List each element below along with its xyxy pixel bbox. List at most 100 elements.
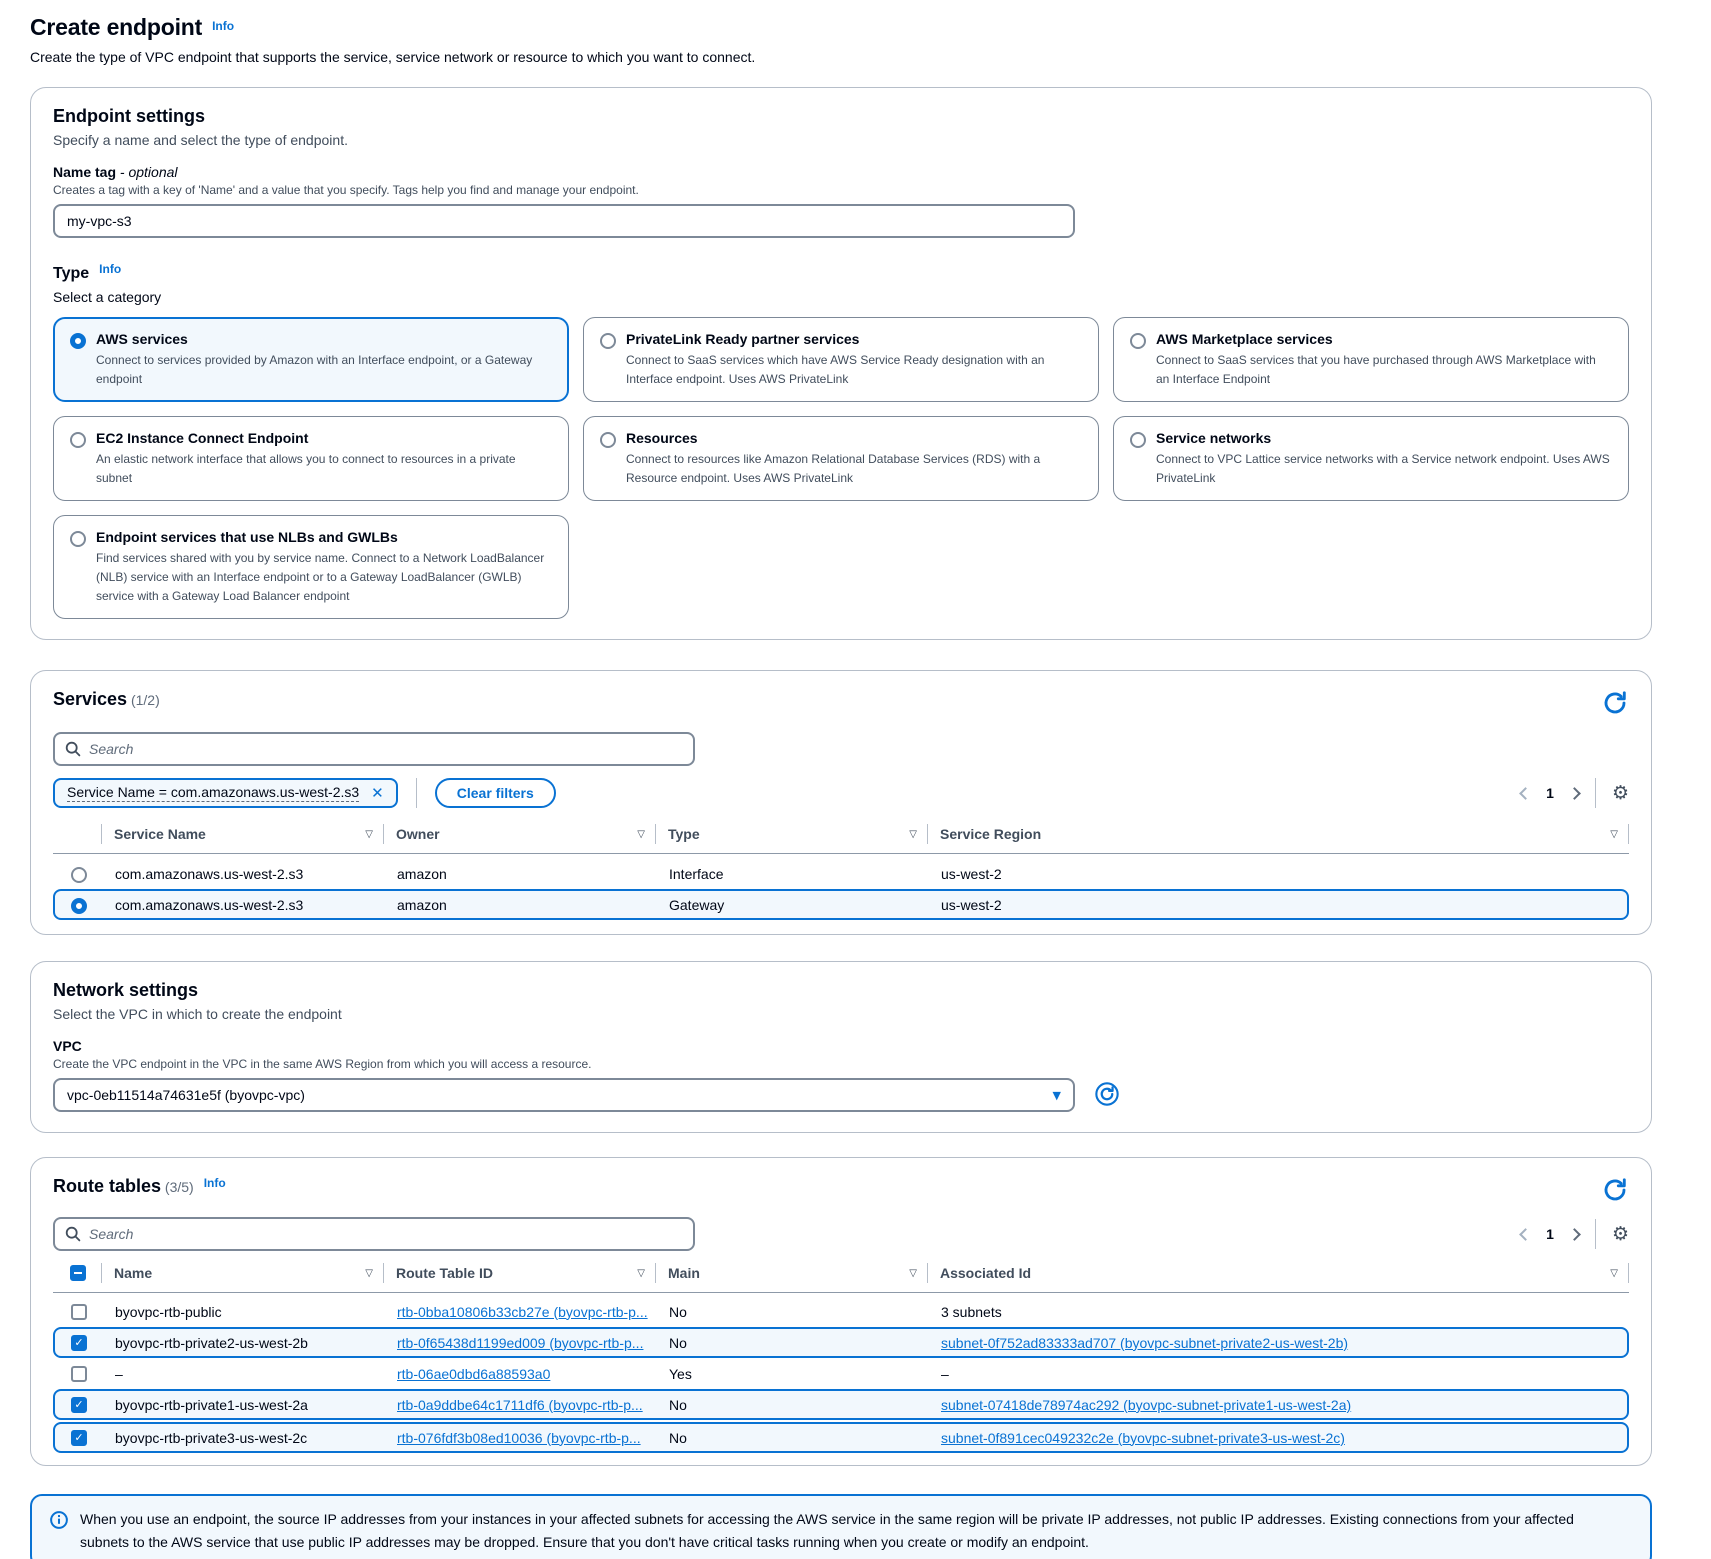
category-nlb-gwlb[interactable]: Endpoint services that use NLBs and GWLB… [53, 515, 569, 619]
create-endpoint-page: Create endpointInfo Create the type of V… [30, 14, 1652, 1559]
name-tag-label: Name tag - optional [53, 164, 1629, 180]
route-table-row[interactable]: ✓ byovpc-rtb-private2-us-west-2b rtb-0f6… [53, 1327, 1629, 1358]
sort-icon[interactable]: ▽ [365, 1268, 373, 1279]
radio-icon[interactable] [1130, 333, 1146, 349]
radio-icon[interactable] [70, 432, 86, 448]
previous-page-icon[interactable] [1519, 787, 1532, 800]
column-header-main[interactable]: Main▽ [655, 1263, 927, 1283]
next-page-icon[interactable] [1568, 1228, 1581, 1241]
type-description: Select a category [53, 289, 1629, 305]
select-all-checkbox-indeterminate-icon[interactable] [70, 1265, 86, 1281]
network-settings-heading: Network settings [53, 980, 198, 1000]
route-tables-refresh-button[interactable] [1601, 1176, 1629, 1207]
column-header-route-table-id[interactable]: Route Table ID▽ [383, 1263, 655, 1283]
category-description: An elastic network interface that allows… [96, 450, 552, 487]
filter-token-label[interactable]: Service Name = com.amazonaws.us-west-2.s… [67, 784, 359, 802]
category-service-networks[interactable]: Service networks Connect to VPC Lattice … [1113, 416, 1629, 501]
route-tables-search-input[interactable] [89, 1226, 683, 1242]
service-row-gateway[interactable]: com.amazonaws.us-west-2.s3 amazon Gatewa… [53, 889, 1629, 920]
sort-icon[interactable]: ▽ [1610, 1268, 1618, 1279]
row-checkbox-checked-icon[interactable]: ✓ [71, 1397, 87, 1413]
route-tables-card: Route tables (3/5)Info 1 ⚙ [30, 1157, 1652, 1466]
category-privatelink-partner[interactable]: PrivateLink Ready partner services Conne… [583, 317, 1099, 402]
associated-subnet-link[interactable]: subnet-0f752ad83333ad707 (byovpc-subnet-… [941, 1335, 1348, 1351]
row-checkbox-icon[interactable] [71, 1366, 87, 1382]
route-tables-pagination: 1 [1521, 1226, 1579, 1242]
associated-subnet-link[interactable]: subnet-07418de78974ac292 (byovpc-subnet-… [941, 1397, 1351, 1413]
radio-icon[interactable] [70, 531, 86, 547]
row-checkbox-checked-icon[interactable]: ✓ [71, 1335, 87, 1351]
cell-main: No [657, 1304, 929, 1320]
type-category-grid: AWS services Connect to services provide… [53, 317, 1629, 619]
sort-icon[interactable]: ▽ [1610, 829, 1618, 840]
name-tag-optional: - optional [120, 164, 178, 180]
category-aws-services[interactable]: AWS services Connect to services provide… [53, 317, 569, 402]
route-table-id-link[interactable]: rtb-06ae0dbd6a88593a0 [397, 1366, 550, 1382]
radio-icon[interactable] [1130, 432, 1146, 448]
route-tables-page-number[interactable]: 1 [1546, 1226, 1554, 1242]
route-table-row[interactable]: – rtb-06ae0dbd6a88593a0 Yes – [53, 1358, 1629, 1389]
column-header-service-name[interactable]: Service Name▽ [101, 824, 383, 844]
route-table-row[interactable]: byovpc-rtb-public rtb-0bba10806b33cb27e … [53, 1296, 1629, 1327]
route-tables-info-link[interactable]: Info [204, 1176, 226, 1190]
vpc-refresh-button[interactable] [1093, 1080, 1121, 1111]
route-table-row[interactable]: ✓ byovpc-rtb-private3-us-west-2c rtb-076… [53, 1422, 1629, 1453]
cell-type: Gateway [657, 897, 929, 913]
column-header-name[interactable]: Name▽ [101, 1263, 383, 1283]
category-title: AWS services [96, 331, 552, 347]
services-refresh-button[interactable] [1601, 689, 1629, 720]
sort-icon[interactable]: ▽ [909, 1268, 917, 1279]
route-table-id-link[interactable]: rtb-076fdf3b08ed10036 (byovpc-rtb-p... [397, 1430, 641, 1446]
associated-subnet-link[interactable]: subnet-0f891cec049232c2e (byovpc-subnet-… [941, 1430, 1345, 1446]
category-description: Connect to SaaS services which have AWS … [626, 351, 1082, 388]
row-radio-icon[interactable] [71, 867, 87, 883]
network-settings-card: Network settings Select the VPC in which… [30, 961, 1652, 1133]
radio-icon[interactable] [600, 333, 616, 349]
column-header-type[interactable]: Type▽ [655, 824, 927, 844]
network-settings-description: Select the VPC in which to create the en… [53, 1006, 1629, 1022]
services-search-input[interactable] [89, 741, 683, 757]
next-page-icon[interactable] [1568, 787, 1581, 800]
radio-icon[interactable] [600, 432, 616, 448]
radio-checked-icon[interactable] [70, 333, 86, 349]
route-table-row[interactable]: ✓ byovpc-rtb-private1-us-west-2a rtb-0a9… [53, 1389, 1629, 1420]
row-radio-checked-icon[interactable] [71, 898, 87, 914]
column-header-owner[interactable]: Owner▽ [383, 824, 655, 844]
column-header-associated-id[interactable]: Associated Id▽ [927, 1263, 1629, 1283]
row-checkbox-checked-icon[interactable]: ✓ [71, 1430, 87, 1446]
name-tag-input[interactable] [53, 204, 1075, 238]
clear-filters-button[interactable]: Clear filters [435, 778, 556, 808]
cell-owner: amazon [385, 897, 657, 913]
service-row-interface[interactable]: com.amazonaws.us-west-2.s3 amazon Interf… [53, 858, 1629, 889]
sort-icon[interactable]: ▽ [637, 829, 645, 840]
type-heading: Type [53, 265, 89, 282]
services-page-number[interactable]: 1 [1546, 785, 1554, 801]
cell-main: No [657, 1397, 929, 1413]
row-checkbox-icon[interactable] [71, 1304, 87, 1320]
services-settings-gear-icon[interactable]: ⚙ [1612, 782, 1629, 804]
category-ec2-instance-connect[interactable]: EC2 Instance Connect Endpoint An elastic… [53, 416, 569, 501]
subnets-popover-trigger[interactable]: 3 subnets [941, 1304, 1002, 1320]
route-tables-settings-gear-icon[interactable]: ⚙ [1612, 1223, 1629, 1245]
sort-icon[interactable]: ▽ [637, 1268, 645, 1279]
route-table-id-link[interactable]: rtb-0bba10806b33cb27e (byovpc-rtb-p... [397, 1304, 648, 1320]
info-circle-icon [50, 1511, 68, 1529]
category-marketplace[interactable]: AWS Marketplace services Connect to SaaS… [1113, 317, 1629, 402]
category-resources[interactable]: Resources Connect to resources like Amaz… [583, 416, 1099, 501]
search-icon [65, 741, 81, 757]
previous-page-icon[interactable] [1519, 1228, 1532, 1241]
filter-token-dismiss-icon[interactable]: ✕ [371, 784, 384, 802]
sort-icon[interactable]: ▽ [909, 829, 917, 840]
page-info-link[interactable]: Info [212, 19, 234, 33]
cell-name: – [103, 1366, 385, 1382]
sort-icon[interactable]: ▽ [365, 829, 373, 840]
category-title: EC2 Instance Connect Endpoint [96, 430, 552, 446]
vpc-select[interactable]: vpc-0eb11514a74631e5f (byovpc-vpc) ▼ [53, 1078, 1075, 1112]
cell-service-region: us-west-2 [929, 897, 1627, 913]
route-table-id-link[interactable]: rtb-0f65438d1199ed009 (byovpc-rtb-p... [397, 1335, 643, 1351]
endpoint-info-alert: When you use an endpoint, the source IP … [30, 1494, 1652, 1559]
page-title: Create endpoint [30, 14, 202, 40]
route-table-id-link[interactable]: rtb-0a9ddbe64c1711df6 (byovpc-rtb-p... [397, 1397, 643, 1413]
column-header-service-region[interactable]: Service Region▽ [927, 824, 1629, 844]
type-info-link[interactable]: Info [99, 262, 121, 276]
